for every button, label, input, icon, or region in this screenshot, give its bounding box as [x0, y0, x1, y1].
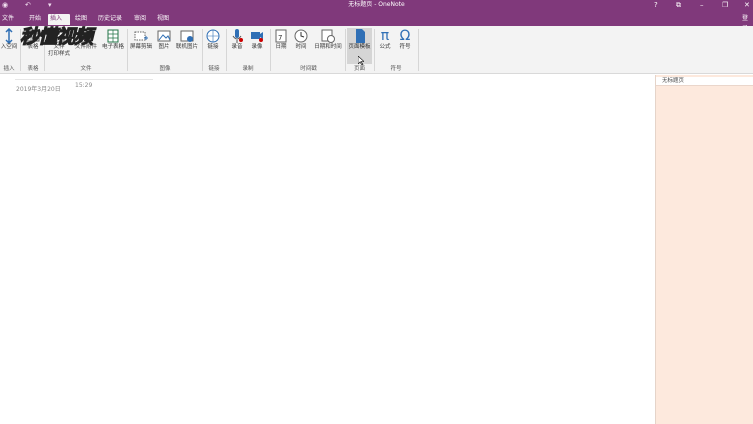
group-label-recording: 录制 [242, 66, 254, 72]
screen-clipping-button[interactable]: 屏幕剪辑 [128, 28, 154, 64]
page-time: 15:29 [75, 82, 93, 89]
spreadsheet-icon [107, 29, 119, 43]
separator [202, 29, 203, 71]
group-label-insert: 插入 [3, 66, 15, 72]
window-title: 无标题页 - OneNote [348, 1, 405, 8]
group-label-links: 链接 [208, 66, 220, 72]
insert-space-button[interactable]: 入空间 [0, 28, 18, 64]
omega-icon: Ω [399, 28, 411, 44]
screen-clipping-icon [134, 31, 148, 41]
date-time-icon [321, 29, 335, 43]
calendar-icon: 7 [275, 29, 287, 43]
pages-panel: 无标题页 [655, 75, 753, 424]
link-button[interactable]: 链接 [204, 28, 222, 64]
microphone-icon [232, 29, 243, 43]
insert-time-button[interactable]: 时间 [292, 28, 310, 64]
ribbon-insert: 入空间 表格 文件 打印样式 文件附件 电子表格 屏幕剪辑 图片 联机图片 链接… [0, 26, 753, 74]
clock-icon [294, 29, 308, 43]
picture-button[interactable]: 图片 [156, 28, 172, 64]
insert-date-button[interactable]: 7 日期 [273, 28, 289, 64]
video-camera-icon [251, 32, 263, 42]
mouse-cursor-icon [358, 56, 364, 65]
ribbon-tabs: 文件 开始 插入 绘图 历史记录 审阅 视图 登录 [0, 12, 753, 32]
separator [226, 29, 227, 71]
record-video-button[interactable]: 录像 [248, 28, 266, 64]
page-list-item[interactable]: 无标题页 [656, 77, 753, 86]
group-label-timestamp: 时间戳 [300, 66, 317, 72]
record-audio-button[interactable]: 录音 [228, 28, 246, 64]
separator [345, 29, 346, 71]
spreadsheet-button[interactable]: 电子表格 [100, 28, 126, 64]
link-icon [206, 29, 220, 43]
separator [374, 29, 375, 71]
tab-file[interactable]: 文件 [0, 14, 16, 25]
online-picture-icon [180, 30, 194, 42]
title-bar: ◉ ↶ ▾ 无标题页 - OneNote ? ⧉ – ❐ ✕ [0, 0, 753, 12]
group-label-symbols: 符号 [390, 66, 402, 72]
group-label-images: 图像 [159, 66, 171, 72]
watermark-logo: 秒懂视频 [19, 26, 93, 49]
help-button[interactable]: ? [654, 0, 658, 10]
minimize-button[interactable]: – [700, 0, 704, 10]
separator [270, 29, 271, 71]
insert-space-icon [5, 28, 13, 44]
tab-review[interactable]: 审阅 [132, 14, 148, 25]
title-underline [15, 79, 153, 80]
pi-icon: π [380, 28, 390, 44]
ribbon-display-button[interactable]: ⧉ [676, 0, 681, 10]
page-date: 2019年3月20日 [16, 86, 61, 93]
tab-view[interactable]: 视图 [155, 14, 171, 25]
online-picture-button[interactable]: 联机图片 [174, 28, 200, 64]
page-template-icon [355, 29, 365, 43]
insert-date-time-button[interactable]: 日期和时间 [312, 28, 344, 64]
account-sign-in[interactable]: 登录 [740, 14, 753, 32]
equation-button[interactable]: π 公式 [376, 28, 394, 64]
tab-history[interactable]: 历史记录 [96, 14, 124, 25]
group-label-pages: 页面 [353, 66, 365, 72]
separator [418, 29, 419, 71]
restore-button[interactable]: ❐ [722, 0, 728, 10]
page-canvas[interactable] [0, 75, 655, 424]
close-button[interactable]: ✕ [744, 0, 750, 10]
group-label-tables: 表格 [27, 66, 39, 72]
svg-text:7: 7 [278, 34, 282, 42]
picture-icon [157, 30, 171, 42]
symbol-button[interactable]: Ω 符号 [396, 28, 414, 64]
group-label-files: 文件 [80, 66, 92, 72]
